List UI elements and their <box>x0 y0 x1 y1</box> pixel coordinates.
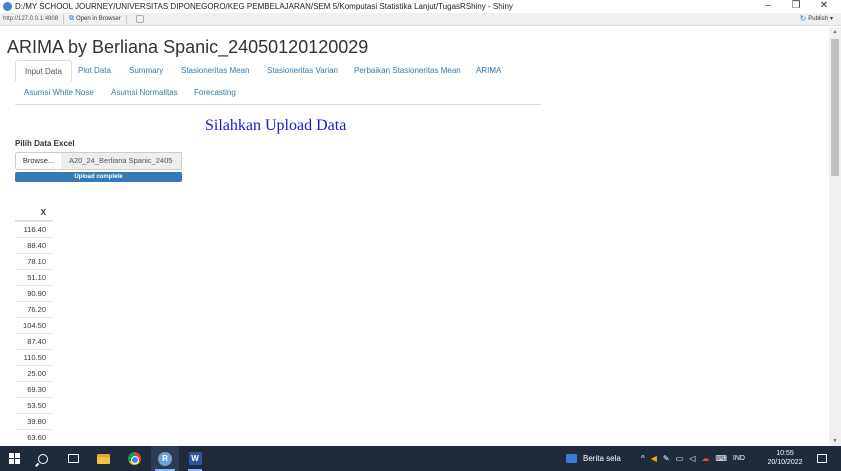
pen-icon[interactable]: ✎ <box>663 454 670 463</box>
table-row: 90.90 <box>15 285 53 301</box>
browser-icon: ⧉ <box>69 15 75 22</box>
notification-button[interactable] <box>810 446 834 471</box>
table-row: 51.10 <box>15 269 53 285</box>
notification-icon <box>817 454 827 463</box>
start-button[interactable] <box>0 446 28 471</box>
keyboard-icon[interactable]: ⌨ <box>715 454 727 463</box>
task-view-icon <box>67 454 79 463</box>
r-icon: R <box>158 451 172 466</box>
table-row: 78.10 <box>15 253 53 269</box>
table-row: 39.80 <box>15 413 53 429</box>
tab-bar: Input Data Plot Data Summary Stasionerit… <box>15 60 541 105</box>
chevron-down-icon: ▾ <box>829 16 833 22</box>
tab-perbaikan-stasioneritas-mean[interactable]: Perbaikan Stasioneritas Mean <box>345 60 470 82</box>
shiny-app: ARIMA by Berliana Spanic_24050120120029 … <box>0 27 829 446</box>
tab-stasioneritas-mean[interactable]: Stasioneritas Mean <box>172 60 258 82</box>
table-row: 76.20 <box>15 301 53 317</box>
restore-button[interactable]: ❐ <box>783 0 809 13</box>
page-title: ARIMA by Berliana Spanic_24050120120029 <box>7 37 369 57</box>
scroll-down-icon[interactable]: ▼ <box>829 436 841 446</box>
url-display: http://127.0.0.1:4808 <box>3 16 59 22</box>
tab-arima[interactable]: ARIMA <box>467 60 510 82</box>
table-row: 63.60 <box>15 429 53 445</box>
scrollbar-thumb[interactable] <box>831 39 839 176</box>
minimize-button[interactable]: – <box>755 0 781 13</box>
cloud-icon[interactable]: ☁ <box>701 454 709 463</box>
scroll-up-icon[interactable]: ▲ <box>829 27 841 37</box>
tab-forecasting[interactable]: Forecasting <box>185 82 245 104</box>
news-icon <box>566 454 577 463</box>
news-widget[interactable]: Berita sela <box>566 446 636 471</box>
table-row: 116.40 <box>15 221 53 237</box>
task-view-button[interactable] <box>60 446 86 471</box>
chevron-up-icon[interactable]: ^ <box>641 454 645 463</box>
table-row: 110.50 <box>15 349 53 365</box>
rstudio-taskbar-button[interactable]: R <box>151 446 179 471</box>
word-taskbar-button[interactable]: W <box>182 446 208 471</box>
window-titlebar: D:/MY SCHOOL JOURNEY/UNIVERSITAS DIPONEG… <box>0 0 841 13</box>
browse-button[interactable]: Browse... <box>15 152 62 170</box>
clock[interactable]: 10:55 20/10/2022 <box>764 449 806 467</box>
open-in-browser-label: Open in Browser <box>76 16 121 22</box>
vertical-scrollbar[interactable]: ▲ ▼ <box>829 27 841 446</box>
tab-asumsi-normalitas[interactable]: Asumsi Normalitas <box>102 82 187 104</box>
windows-taskbar: R W Berita sela ^ ◀ ✎ ▭ ◁ ☁ ⌨ IND 10:55 … <box>0 446 841 471</box>
tab-input-data[interactable]: Input Data <box>15 60 72 82</box>
rstudio-icon <box>3 2 12 11</box>
toolbar-separator <box>63 14 65 24</box>
publish-button[interactable]: ↻ Publish ▾ <box>800 14 833 23</box>
table-header-x: X <box>15 205 53 221</box>
table-row: 53.50 <box>15 397 53 413</box>
upload-progress-bar: Upload complete <box>15 172 182 182</box>
news-label: Berita sela <box>583 454 621 463</box>
toolbar-separator-2 <box>125 14 127 24</box>
system-tray: ^ ◀ ✎ ▭ ◁ ☁ ⌨ IND <box>641 446 745 471</box>
publish-icon: ↻ <box>799 14 807 23</box>
word-icon: W <box>188 452 202 465</box>
tab-summary[interactable]: Summary <box>120 60 172 82</box>
clock-time: 10:55 <box>776 450 794 457</box>
table-row: 104.50 <box>15 317 53 333</box>
file-input-label: Pilih Data Excel <box>15 139 75 148</box>
open-in-browser-button[interactable]: ⧉ Open in Browser <box>69 15 121 23</box>
volume-icon[interactable]: ◁ <box>689 454 695 463</box>
battery-icon[interactable]: ▭ <box>676 454 684 463</box>
clock-date: 20/10/2022 <box>767 459 803 466</box>
language-indicator[interactable]: IND <box>733 455 745 462</box>
folder-icon <box>96 453 110 464</box>
viewer-toolbar: http://127.0.0.1:4808 ⧉ Open in Browser … <box>0 13 841 26</box>
file-name-field[interactable]: A20_24_Berliana Spanic_2405 <box>61 152 182 170</box>
window-title: D:/MY SCHOOL JOURNEY/UNIVERSITAS DIPONEG… <box>15 2 513 11</box>
chrome-button[interactable] <box>121 446 147 471</box>
tab-plot-data[interactable]: Plot Data <box>69 60 120 82</box>
table-row: 87.40 <box>15 333 53 349</box>
data-table: X 116.40 88.40 78.10 51.10 90.90 76.20 1… <box>15 205 53 445</box>
search-button[interactable] <box>30 446 56 471</box>
table-row: 25.00 <box>15 365 53 381</box>
table-row: 69.30 <box>15 381 53 397</box>
publish-label: Publish <box>808 15 828 22</box>
file-explorer-button[interactable] <box>90 446 116 471</box>
search-icon <box>38 453 48 464</box>
close-button[interactable]: ✕ <box>811 0 837 13</box>
chrome-icon <box>127 452 141 465</box>
refresh-icon[interactable] <box>135 15 144 23</box>
tab-stasioneritas-varian[interactable]: Stasioneritas Varian <box>258 60 347 82</box>
table-row: 88.40 <box>15 237 53 253</box>
upload-heading: Silahkan Upload Data <box>205 117 347 134</box>
windows-icon <box>8 453 20 464</box>
tab-asumsi-white-nose[interactable]: Asumsi White Nose <box>15 82 103 104</box>
antivirus-icon[interactable]: ◀ <box>651 454 657 463</box>
